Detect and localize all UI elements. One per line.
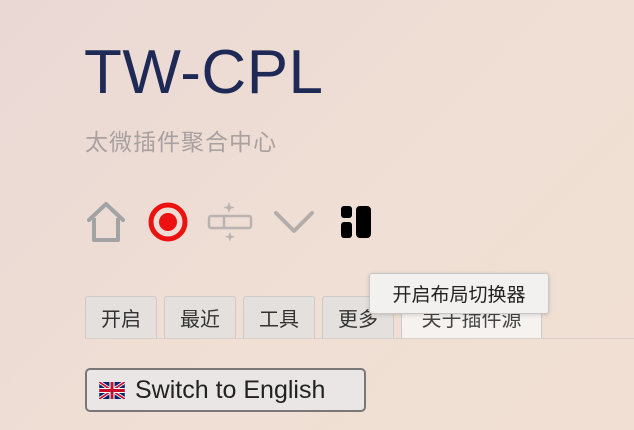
layout-switcher-icon — [341, 206, 371, 238]
tab-underline — [85, 338, 634, 339]
page-controls-toolbar — [84, 198, 384, 246]
tab-bar: 开启 最近 工具 更多 关于插件源 — [85, 296, 634, 340]
site-title[interactable]: TW-CPL — [84, 42, 324, 104]
home-button[interactable] — [84, 198, 128, 246]
uk-flag-icon — [99, 381, 125, 399]
home-icon — [87, 202, 125, 242]
tools-icon — [207, 202, 253, 242]
tools-button[interactable] — [206, 198, 256, 246]
record-button[interactable] — [146, 198, 190, 246]
tab-open[interactable]: 开启 — [85, 296, 157, 338]
site-subtitle: 太微插件聚合中心 — [85, 130, 277, 156]
record-icon — [148, 202, 188, 242]
tab-recent[interactable]: 最近 — [164, 296, 236, 338]
tab-tools[interactable]: 工具 — [243, 296, 315, 338]
more-actions-button[interactable] — [272, 198, 316, 246]
layout-switcher-tooltip: 开启布局切换器 — [369, 273, 549, 314]
switch-language-button[interactable]: Switch to English — [85, 368, 366, 412]
layout-switcher-button[interactable] — [336, 198, 376, 246]
sidebar: TW-CPL 太微插件聚合中心 开启 最近 工具 更多 关于插件源 开启布局切换… — [0, 0, 634, 430]
chevron-down-icon — [274, 211, 314, 233]
switch-language-label: Switch to English — [135, 375, 326, 404]
